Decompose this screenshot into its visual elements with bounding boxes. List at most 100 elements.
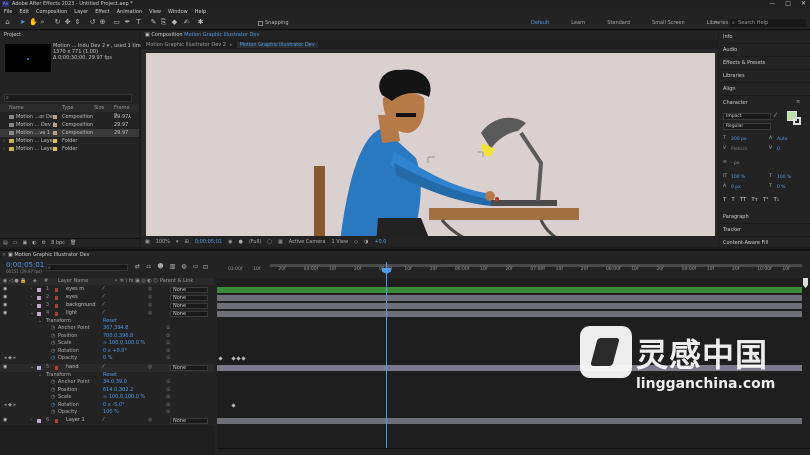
collapse-switch-icon[interactable]: ⁄ — [103, 417, 104, 425]
frame-blending-icon[interactable]: ▥ — [170, 263, 176, 270]
parent-dropdown[interactable]: None — [170, 418, 208, 424]
roto-brush-tool-icon[interactable]: ✍ — [183, 19, 190, 26]
zoom-timeline-icon[interactable]: ⊡ — [203, 264, 208, 271]
label-swatch[interactable] — [37, 304, 41, 308]
layer-bar[interactable] — [217, 311, 802, 317]
magnification-dropdown[interactable]: 100% — [156, 239, 170, 245]
small-caps-button[interactable]: Tт — [751, 197, 758, 203]
property-row[interactable]: ◂ ◆ ▸ ◷ Opacity 0 % ⊙ — [0, 355, 214, 363]
panel-libraries[interactable]: Libraries — [719, 70, 810, 83]
stopwatch-icon[interactable]: ◷ — [51, 379, 55, 387]
interpret-footage-icon[interactable]: ▤ — [3, 240, 8, 246]
label-swatch[interactable] — [37, 312, 41, 316]
layer-name[interactable]: eyes m — [66, 286, 84, 294]
timeline-current-time[interactable]: 0;00;05;01 — [6, 261, 44, 269]
layer-row[interactable]: ◉ › 6 Layer 1 ⁄ ◎ None — [0, 417, 214, 425]
flowchart-icon[interactable]: ⅄ — [128, 113, 131, 121]
expression-icon[interactable]: ⊙ — [166, 394, 170, 402]
composition-mini-flowchart-icon[interactable]: ⇄ — [135, 263, 140, 270]
pan-tool-icon[interactable]: ✥ — [64, 19, 71, 26]
rotation-tool-icon[interactable]: ↺ — [89, 19, 96, 26]
superscript-button[interactable]: T¹ — [763, 197, 769, 203]
menu-help[interactable]: Help — [195, 8, 206, 16]
layer-row[interactable]: ◉ ⌄ 5 hand ⁄ ◎ None — [0, 364, 214, 372]
parent-dropdown[interactable]: None — [170, 295, 208, 301]
adjust-icon[interactable]: ◐ — [32, 240, 36, 246]
col-size[interactable]: Size — [94, 104, 104, 112]
chevron-down-icon[interactable]: ▾ — [176, 239, 179, 245]
visibility-icon[interactable]: ◉ — [3, 302, 7, 310]
vertical-scale-value[interactable]: 100 % — [731, 175, 745, 180]
property-row[interactable]: ◷ Anchor Point 367,394.8 ⊙ — [0, 325, 214, 333]
visibility-icon[interactable]: ◉ — [3, 294, 7, 302]
project-row[interactable]: › Motion ... Layers Folder — [0, 145, 139, 153]
layer-name[interactable]: hand — [66, 364, 79, 372]
stopwatch-icon[interactable]: ◷ — [51, 340, 55, 348]
col-type[interactable]: Type — [62, 104, 73, 112]
stroke-color-swatch[interactable] — [793, 117, 801, 125]
grid-icon[interactable]: ⊞ — [185, 239, 189, 245]
parent-dropdown[interactable]: None — [170, 303, 208, 309]
property-value[interactable]: 0 % — [103, 355, 113, 363]
kerning-value[interactable]: Metrics — [731, 147, 747, 152]
chevron-right-icon[interactable]: › — [30, 302, 32, 310]
search-help-input[interactable]: ⌕ Search Help — [730, 19, 806, 27]
label-swatch[interactable] — [37, 366, 41, 370]
chevron-down-icon[interactable]: ⌄ — [30, 310, 34, 318]
transparency-grid-icon[interactable]: ▦ — [278, 239, 283, 245]
visibility-icon[interactable]: ◉ — [3, 364, 7, 372]
panel-align[interactable]: Align — [719, 83, 810, 96]
stroke-width-value[interactable]: - px — [731, 161, 740, 166]
layer-row[interactable]: ◉ › 1 eyes m ⁄ ◎ None — [0, 286, 214, 294]
label-swatch[interactable] — [37, 419, 41, 423]
show-channel-icon[interactable]: ● — [238, 239, 242, 245]
tsume-value[interactable]: 0 % — [777, 185, 786, 190]
keyframe-navigator-icon[interactable]: ◂ ◆ ▸ — [4, 355, 16, 363]
trash-icon[interactable]: 🗑 — [70, 240, 76, 246]
maximize-button[interactable]: □ — [785, 0, 791, 8]
property-row[interactable]: ◷ Anchor Point 34.0,39.0 ⊙ — [0, 379, 214, 387]
hand-tool-icon[interactable]: ✋ — [29, 19, 38, 26]
timeline-tab[interactable]: × ▣ Motion Graphic Illustrator Dev — [0, 251, 810, 259]
pickwhip-icon[interactable]: ◎ — [148, 302, 152, 310]
dolly-tool-icon[interactable]: ⇕ — [74, 19, 81, 26]
project-settings-icon[interactable]: ⚙ — [42, 240, 46, 246]
expression-icon[interactable]: ⊙ — [166, 379, 170, 387]
always-preview-icon[interactable]: ▣ — [145, 239, 150, 245]
font-size-value[interactable]: 200 px — [731, 137, 747, 142]
draft-3d-icon[interactable]: ⚏ — [146, 263, 151, 270]
pan-behind-tool-icon[interactable]: ⊕ — [99, 19, 106, 26]
faux-bold-button[interactable]: T — [723, 197, 726, 203]
menu-layer[interactable]: Layer — [74, 8, 88, 16]
layer-bar[interactable] — [217, 287, 802, 293]
parent-dropdown[interactable]: None — [170, 311, 208, 317]
collapse-switch-icon[interactable]: ⁄ — [103, 364, 104, 372]
expression-icon[interactable]: ⊙ — [166, 340, 170, 348]
eraser-tool-icon[interactable]: ◆ — [171, 19, 178, 26]
puppet-tool-icon[interactable]: ✱ — [197, 19, 204, 26]
zoom-tool-icon[interactable]: ⌕ — [39, 19, 46, 26]
property-value[interactable]: ∞ 100.0,100.0 % — [103, 340, 145, 348]
graph-editor-icon[interactable]: ▭ — [193, 263, 199, 270]
close-icon[interactable]: × — [2, 251, 6, 259]
layer-name[interactable]: light — [66, 310, 77, 318]
collapse-switch-icon[interactable]: ⁄ — [103, 310, 104, 318]
baseline-shift-value[interactable]: 0 px — [731, 185, 741, 190]
workspace-small-screen[interactable]: Small Screen — [652, 20, 685, 26]
stopwatch-icon[interactable]: ◷ — [51, 325, 55, 333]
visibility-icon[interactable]: ◉ — [3, 310, 7, 318]
parent-dropdown[interactable]: None — [170, 287, 208, 293]
stopwatch-icon[interactable]: ◷ — [51, 394, 55, 402]
chevron-right-icon[interactable]: › — [30, 417, 32, 425]
current-time-display[interactable]: 0;00;05;01 — [195, 239, 222, 245]
pickwhip-icon[interactable]: ◎ — [148, 286, 152, 294]
pickwhip-icon[interactable]: ◎ — [148, 310, 152, 318]
collapse-switch-icon[interactable]: ⁄ — [103, 294, 104, 302]
panel-paragraph[interactable]: Paragraph — [719, 211, 810, 224]
visibility-icon[interactable]: ◉ — [3, 286, 7, 294]
parent-dropdown[interactable]: None — [170, 365, 208, 371]
expression-icon[interactable]: ⊙ — [166, 355, 170, 363]
pickwhip-icon[interactable]: ◎ — [148, 417, 152, 425]
col-name[interactable]: Name — [9, 104, 24, 112]
rectangle-tool-icon[interactable]: ▭ — [113, 19, 120, 26]
